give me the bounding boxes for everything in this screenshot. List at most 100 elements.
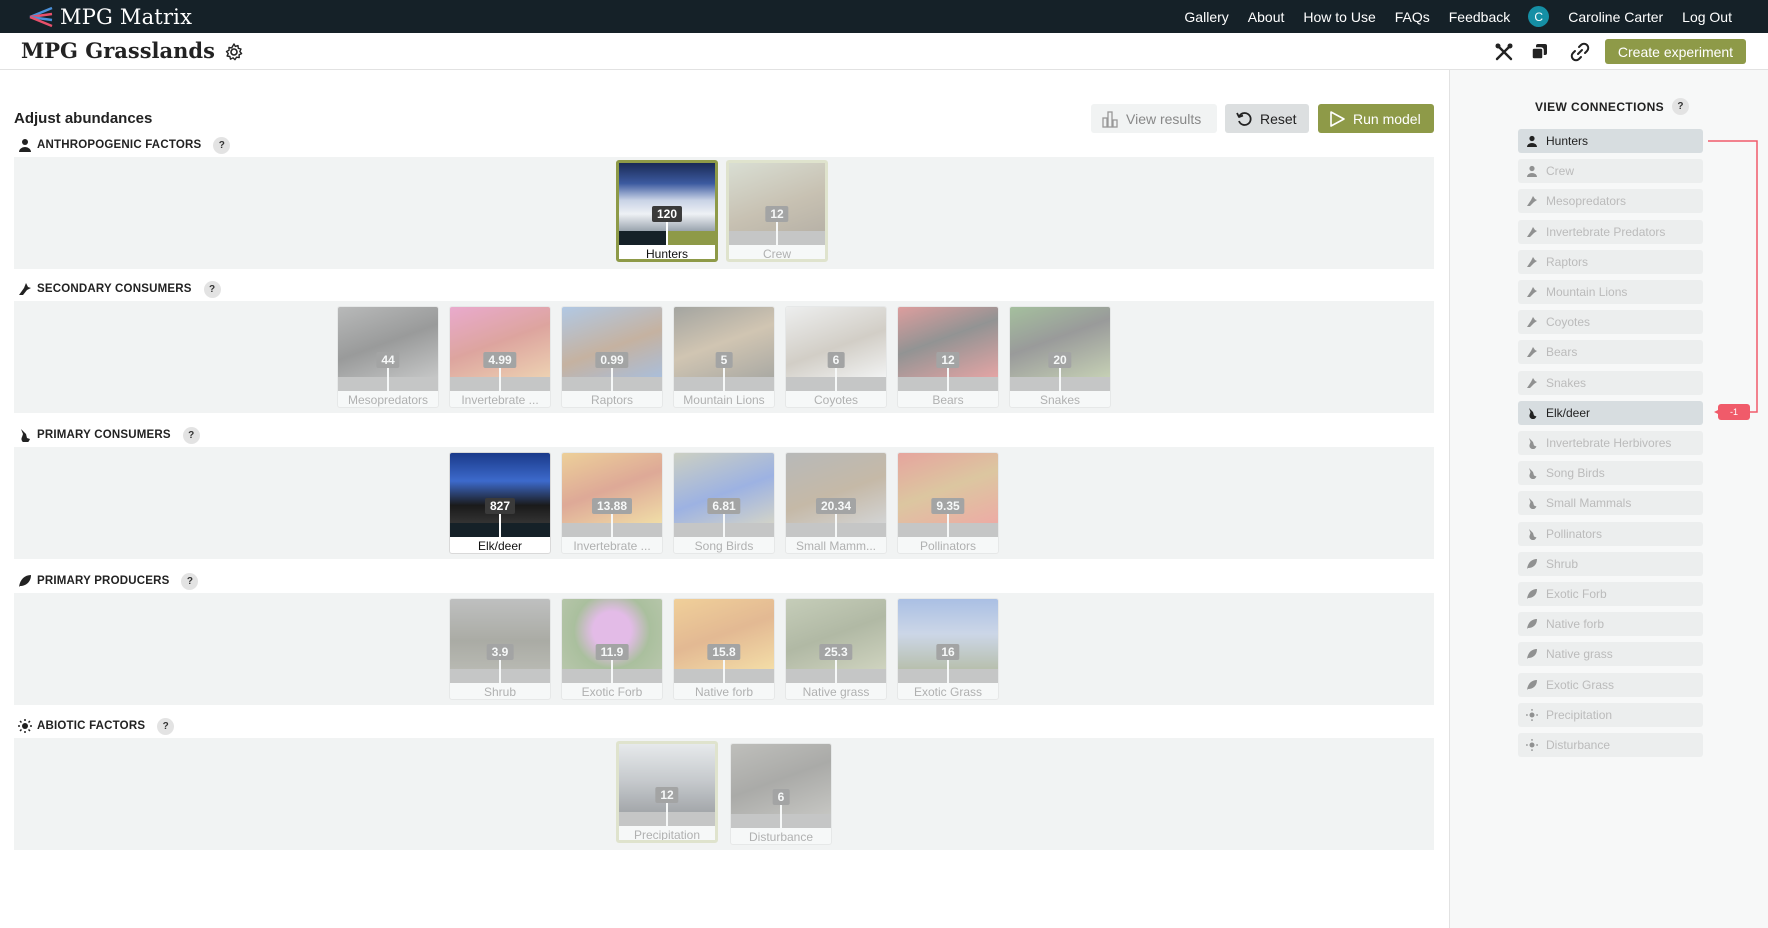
section-title: SECONDARY CONSUMERS	[37, 283, 192, 295]
card-coyotes[interactable]: 6 Coyotes	[785, 306, 887, 408]
connection-item-bears[interactable]: Bears	[1518, 340, 1703, 365]
reset-button[interactable]: Reset	[1225, 104, 1309, 133]
card-hunters[interactable]: 120 Hunters	[616, 160, 718, 262]
card-label: Bears	[932, 393, 964, 407]
rabbit-icon	[1529, 407, 1537, 419]
connection-item-small-mammals[interactable]: Small Mammals	[1518, 491, 1703, 516]
card-exotic-forb[interactable]: 11.9 Exotic Forb	[561, 598, 663, 700]
card-native-forb[interactable]: 15.8 Native forb	[673, 598, 775, 700]
abundance-value: 0.99	[595, 352, 629, 368]
rabbit-icon	[1529, 528, 1537, 540]
card-pollinators[interactable]: 9.35 Pollinators	[897, 452, 999, 554]
connection-item-exotic-grass[interactable]: Exotic Grass	[1518, 672, 1703, 697]
nav-about[interactable]: About	[1248, 9, 1285, 25]
user-name[interactable]: Caroline Carter	[1568, 9, 1663, 25]
connection-item-song-birds[interactable]: Song Birds	[1518, 461, 1703, 486]
abundance-value: 6	[772, 789, 790, 805]
connection-label: Bears	[1546, 345, 1578, 360]
link-icon[interactable]	[1570, 42, 1590, 62]
section-abiotic-band: 12 Precipitation 6 Disturbance	[14, 738, 1434, 850]
avatar[interactable]: C	[1528, 6, 1550, 27]
card-small-mammals[interactable]: 20.34 Small Mamm...	[785, 452, 887, 554]
connection-edge	[1708, 140, 1758, 413]
card-precipitation[interactable]: 12 Precipitation	[616, 741, 718, 843]
connection-item-pollinators[interactable]: Pollinators	[1518, 521, 1703, 546]
connection-item-native-forb[interactable]: Native forb	[1518, 612, 1703, 637]
card-elk-deer[interactable]: 827 Elk/deer	[449, 452, 551, 554]
card-native-grass[interactable]: 25.3 Native grass	[785, 598, 887, 700]
section-title: ANTHROPOGENIC FACTORS	[37, 139, 202, 151]
help-icon[interactable]: ?	[1672, 98, 1690, 115]
wolf-icon	[1527, 196, 1537, 207]
card-mountain-lions[interactable]: 5 Mountain Lions	[673, 306, 775, 408]
connection-item-invertebrate-herbivores[interactable]: Invertebrate Herbivores	[1518, 431, 1703, 455]
abundance-value: 3.9	[486, 644, 514, 660]
connection-item-exotic-forb[interactable]: Exotic Forb	[1518, 582, 1703, 606]
card-mesopredators[interactable]: 44 Mesopredators	[337, 306, 439, 408]
help-icon[interactable]: ?	[213, 136, 231, 154]
run-model-button[interactable]: Run model	[1318, 104, 1434, 133]
abundance-value: 44	[376, 352, 400, 368]
rabbit-icon	[1529, 498, 1537, 510]
connection-item-precipitation[interactable]: Precipitation	[1518, 702, 1703, 727]
card-shrub[interactable]: 3.9 Shrub	[449, 598, 551, 700]
copy-icon[interactable]	[1530, 42, 1550, 62]
nav-gallery[interactable]: Gallery	[1184, 9, 1228, 25]
nav-faqs[interactable]: FAQs	[1395, 9, 1430, 25]
create-experiment-button[interactable]: Create experiment	[1605, 39, 1746, 64]
card-song-birds[interactable]: 6.81 Song Birds	[673, 452, 775, 554]
card-disturbance[interactable]: 6 Disturbance	[730, 743, 832, 845]
connection-label: Mountain Lions	[1546, 285, 1628, 299]
leaf-icon	[19, 575, 31, 587]
help-icon[interactable]: ?	[203, 280, 221, 298]
connection-item-mesopredators[interactable]: Mesopredators	[1518, 189, 1703, 214]
connection-item-shrub[interactable]: Shrub	[1518, 551, 1703, 576]
brand[interactable]: MPG Matrix	[28, 5, 192, 29]
connection-item-elk-deer[interactable]: Elk/deer	[1518, 400, 1703, 425]
tools-icon[interactable]	[1494, 42, 1514, 62]
connection-label: Song Birds	[1546, 466, 1605, 481]
connection-item-disturbance[interactable]: Disturbance	[1518, 733, 1703, 757]
card-label: Mesopredators	[347, 393, 429, 407]
abundance-value: 20.34	[815, 498, 857, 514]
card-crew[interactable]: 12 Crew	[726, 160, 828, 262]
logout-link[interactable]: Log Out	[1682, 9, 1732, 25]
view-results-button[interactable]: View results	[1091, 104, 1217, 133]
nav-how-to-use[interactable]: How to Use	[1303, 9, 1375, 25]
connection-item-snakes[interactable]: Snakes	[1518, 370, 1703, 395]
connection-item-mountain-lions[interactable]: Mountain Lions	[1518, 280, 1703, 304]
sun-icon	[1526, 739, 1538, 751]
connection-label: Coyotes	[1546, 315, 1591, 330]
connection-item-coyotes[interactable]: Coyotes	[1518, 310, 1703, 335]
help-icon[interactable]: ?	[181, 572, 199, 590]
section-primary-consumers-band: 827 Elk/deer 13.88 Invertebrate ... 6.81…	[14, 447, 1434, 559]
wolf-icon	[1527, 226, 1537, 237]
leaf-icon	[1527, 589, 1537, 599]
connection-label: Raptors	[1546, 254, 1589, 269]
card-snakes[interactable]: 20 Snakes	[1009, 306, 1111, 408]
card-label: Invertebrate ...	[461, 393, 539, 407]
help-icon[interactable]: ?	[182, 426, 200, 444]
card-label: Invertebrate ...	[573, 539, 651, 553]
help-icon[interactable]: ?	[157, 717, 175, 735]
connection-item-invertebrate-predators[interactable]: Invertebrate Predators	[1518, 219, 1703, 244]
top-nav: MPG Matrix Gallery About How to Use FAQs…	[0, 0, 1768, 33]
card-invertebrate-predators[interactable]: 4.99 Invertebrate ...	[449, 306, 551, 408]
nav-feedback[interactable]: Feedback	[1449, 9, 1510, 25]
section-anthropogenic-band: 120 Hunters 12 Crew	[14, 157, 1434, 269]
card-bears[interactable]: 12 Bears	[897, 306, 999, 408]
connection-item-raptors[interactable]: Raptors	[1518, 249, 1703, 274]
card-exotic-grass[interactable]: 16 Exotic Grass	[897, 598, 999, 700]
card-raptors[interactable]: 0.99 Raptors	[561, 306, 663, 408]
gear-icon[interactable]	[224, 42, 244, 62]
reset-icon	[1236, 111, 1252, 126]
wolf-icon	[1527, 287, 1537, 297]
connection-item-hunters[interactable]: Hunters	[1518, 129, 1703, 153]
card-invertebrate-herbivores[interactable]: 13.88 Invertebrate ...	[561, 452, 663, 554]
card-label: Shrub	[483, 685, 517, 699]
wolf-icon	[19, 283, 31, 295]
connection-item-crew[interactable]: Crew	[1518, 159, 1703, 184]
connection-item-native-grass[interactable]: Native grass	[1518, 642, 1703, 667]
abundance-value: 5	[715, 352, 733, 368]
card-label: Native forb	[694, 685, 754, 699]
